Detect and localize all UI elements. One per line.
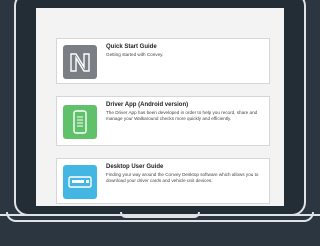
card-reader-icon [63, 165, 97, 199]
guide-card-desktop[interactable]: Desktop User Guide Finding your way arou… [56, 158, 270, 204]
guide-card-driver-app[interactable]: Driver App (Android version) The Driver … [56, 96, 270, 146]
guide-card-quick-start[interactable]: Quick Start Guide Getting started with C… [56, 38, 270, 84]
guide-title[interactable]: Quick Start Guide [106, 44, 157, 50]
phone-checklist-icon [63, 105, 97, 139]
laptop-notch [120, 212, 200, 218]
guide-description: The Driver App has been developed in ord… [106, 110, 258, 121]
guide-title[interactable]: Driver App (Android version) [106, 102, 188, 108]
guide-description: Finding your way around the Convey Deskt… [106, 172, 259, 183]
guide-description: Getting started with Convey. [106, 52, 164, 57]
convey-logo-icon [63, 45, 97, 79]
guide-title[interactable]: Desktop User Guide [106, 164, 163, 170]
